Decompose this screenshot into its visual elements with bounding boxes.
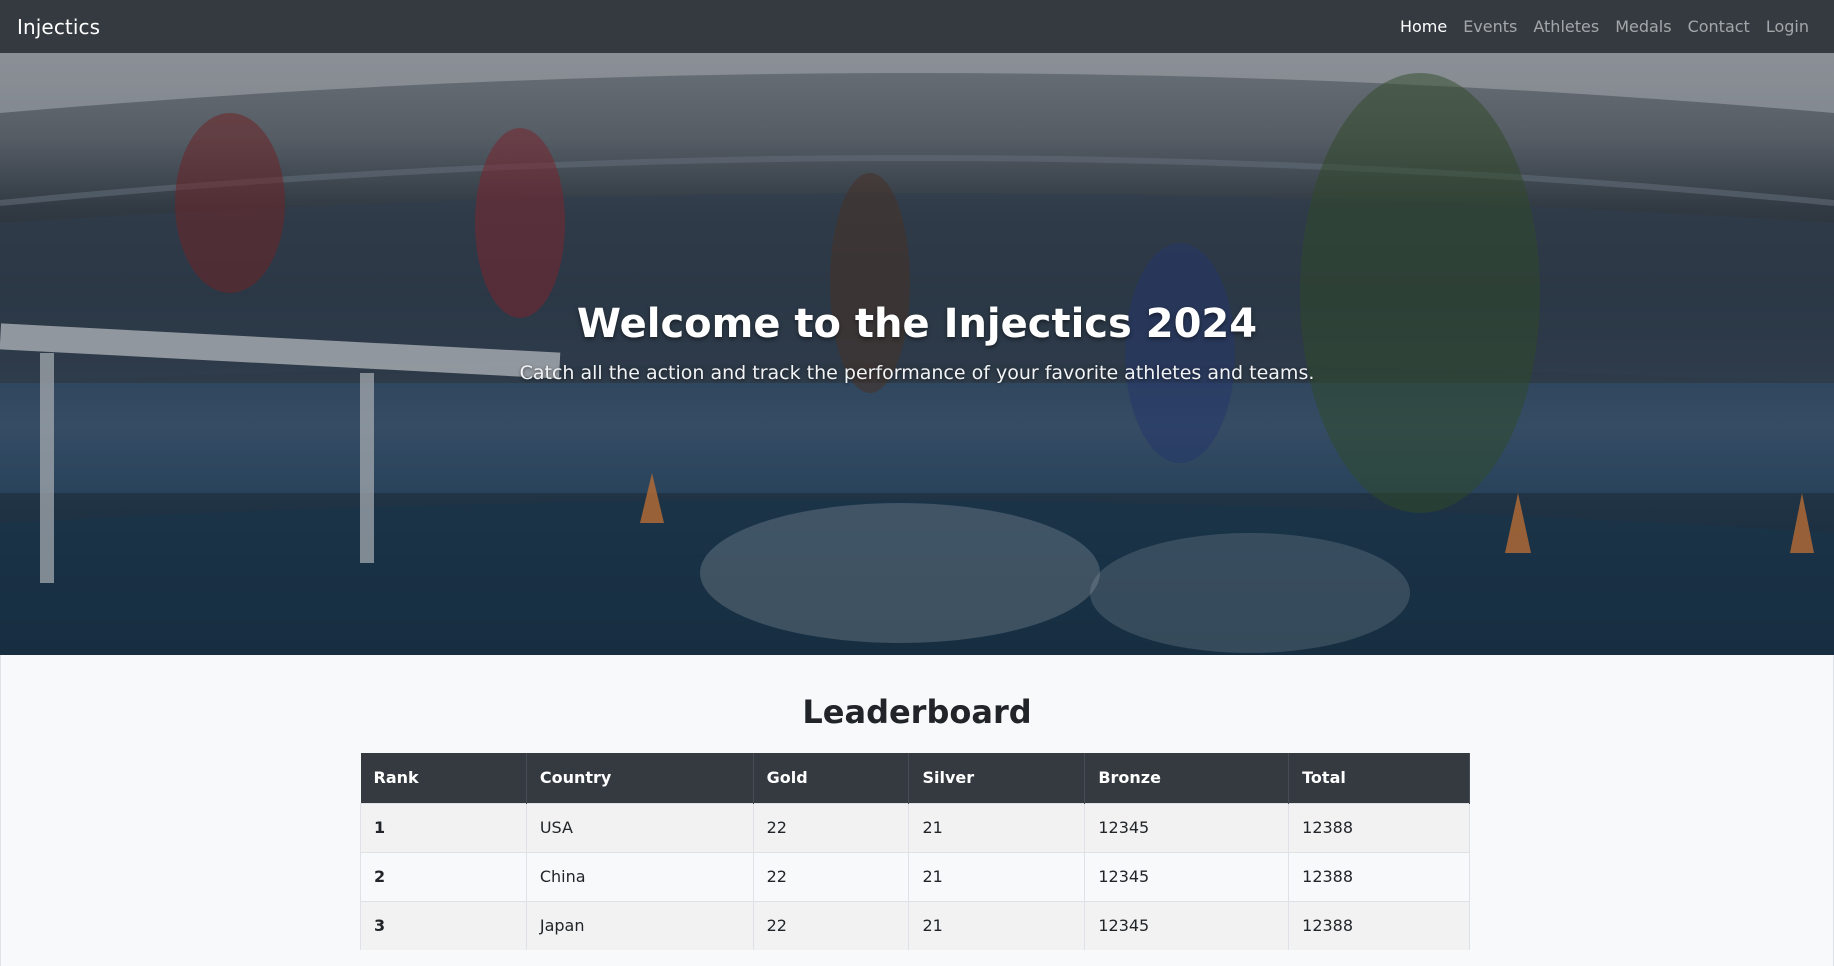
- hero-banner: Welcome to the Injectics 2024 Catch all …: [0, 53, 1834, 655]
- nav-link-home[interactable]: Home: [1392, 17, 1455, 36]
- cell-gold: 22: [753, 851, 910, 901]
- cell-country: USA: [526, 802, 754, 852]
- cell-silver: 21: [908, 802, 1086, 852]
- column-header-bronze: Bronze: [1084, 753, 1290, 803]
- navbar: Injectics Home Events Athletes Medals Co…: [0, 0, 1834, 53]
- cell-silver: 21: [908, 851, 1086, 901]
- nav-link-athletes[interactable]: Athletes: [1525, 17, 1607, 36]
- table-header-row: Rank Country Gold Silver Bronze Total: [360, 753, 1470, 803]
- cell-bronze: 12345: [1084, 851, 1290, 901]
- hero-background-image: [0, 53, 1834, 655]
- column-header-total: Total: [1288, 753, 1470, 803]
- cell-total: 12388: [1288, 900, 1470, 950]
- nav-link-medals[interactable]: Medals: [1607, 17, 1679, 36]
- cell-silver: 21: [908, 900, 1086, 950]
- brand-link[interactable]: Injectics: [17, 15, 100, 39]
- hero-title: Welcome to the Injectics 2024: [576, 301, 1258, 347]
- cell-total: 12388: [1288, 802, 1470, 852]
- table-row: 1 USA 22 21 12345 12388: [360, 802, 1470, 852]
- column-header-country: Country: [526, 753, 754, 803]
- nav-links: Home Events Athletes Medals Contact Logi…: [1392, 17, 1817, 36]
- cell-country: China: [526, 851, 754, 901]
- table-row: 3 Japan 22 21 12345 12388: [360, 900, 1470, 950]
- leaderboard-table: Rank Country Gold Silver Bronze Total 1 …: [360, 753, 1470, 950]
- nav-link-events[interactable]: Events: [1455, 17, 1525, 36]
- nav-link-login[interactable]: Login: [1758, 17, 1817, 36]
- cell-rank: 2: [360, 851, 527, 901]
- cell-rank: 3: [360, 900, 527, 950]
- column-header-silver: Silver: [908, 753, 1086, 803]
- cell-total: 12388: [1288, 851, 1470, 901]
- cell-rank: 1: [360, 802, 527, 852]
- hero-subtitle: Catch all the action and track the perfo…: [519, 362, 1315, 384]
- nav-link-contact[interactable]: Contact: [1680, 17, 1758, 36]
- leaderboard-title: Leaderboard: [802, 693, 1032, 731]
- column-header-rank: Rank: [360, 753, 527, 803]
- cell-bronze: 12345: [1084, 802, 1290, 852]
- cell-gold: 22: [753, 900, 910, 950]
- cell-bronze: 12345: [1084, 900, 1290, 950]
- table-row: 2 China 22 21 12345 12388: [360, 851, 1470, 901]
- cell-gold: 22: [753, 802, 910, 852]
- column-header-gold: Gold: [753, 753, 910, 803]
- cell-country: Japan: [526, 900, 754, 950]
